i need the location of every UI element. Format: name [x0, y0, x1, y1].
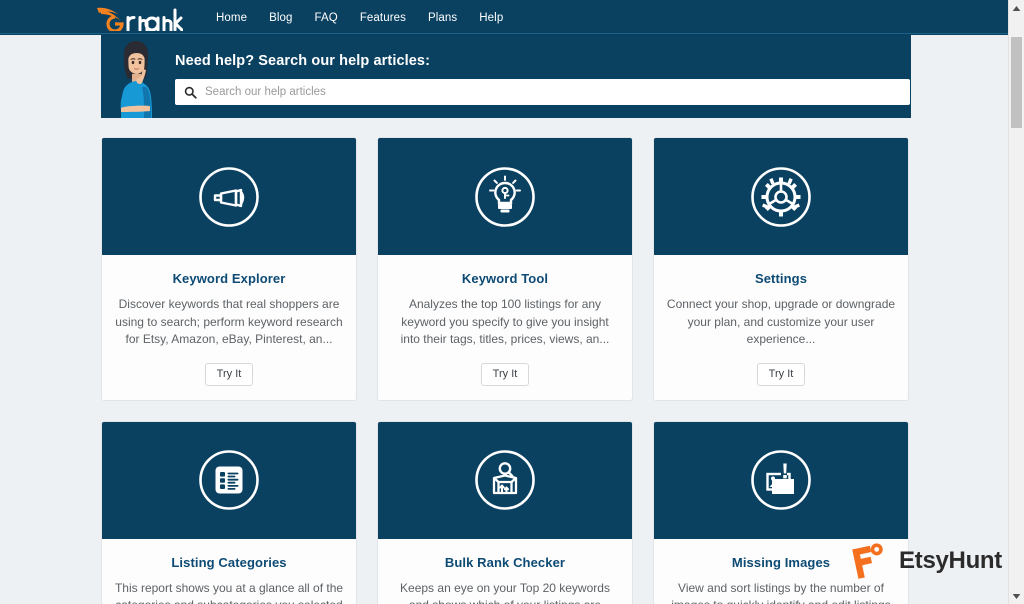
- card-description: View and sort listings by the number of …: [671, 580, 890, 604]
- card-icon-header: [102, 138, 356, 255]
- card-title: Keyword Tool: [461, 271, 549, 286]
- card-icon-header: [378, 138, 632, 255]
- feature-card-settings[interactable]: Settings Connect your shop, upgrade or d…: [653, 137, 909, 401]
- erank-logo[interactable]: [95, 0, 183, 35]
- help-banner-title: Need help? Search our help articles:: [175, 53, 431, 69]
- card-icon-header: [102, 421, 356, 539]
- nav-link-blog[interactable]: Blog: [258, 6, 303, 30]
- image-alert-icon: [751, 450, 811, 510]
- card-title: Listing Categories: [171, 554, 287, 570]
- gear-icon: [751, 166, 811, 227]
- nav-link-faq[interactable]: FAQ: [304, 6, 349, 30]
- scroll-up-arrow-icon[interactable]: [1009, 0, 1024, 16]
- card-icon-header: [378, 421, 632, 539]
- card-description: Discover keywords that real shoppers are…: [115, 297, 343, 346]
- card-icon-header: [654, 138, 908, 255]
- erank-bird-logo: [97, 7, 183, 31]
- list-document-icon: [199, 450, 259, 510]
- card-title: Keyword Explorer: [172, 271, 286, 286]
- page-scrollbar[interactable]: [1008, 0, 1024, 604]
- try-it-button[interactable]: Try It: [204, 362, 254, 386]
- search-input[interactable]: [201, 80, 910, 104]
- search-icon: [179, 86, 201, 99]
- feature-card-bulk-rank-checker[interactable]: Bulk Rank Checker Keeps an eye on your T…: [377, 420, 633, 604]
- card-title: Missing Images: [731, 554, 831, 570]
- lightbulb-key-icon: [475, 166, 535, 227]
- feature-card-keyword-explorer[interactable]: Keyword Explorer Discover keywords that …: [101, 137, 357, 401]
- help-search-banner: Need help? Search our help articles:: [101, 35, 911, 118]
- scrollbar-thumb[interactable]: [1011, 37, 1022, 128]
- nav-link-help[interactable]: Help: [468, 6, 514, 30]
- woman-thinking-illustration: [108, 35, 165, 118]
- navbar-divider: [0, 33, 1024, 34]
- nav-link-plans[interactable]: Plans: [417, 6, 468, 30]
- card-title: Bulk Rank Checker: [444, 554, 566, 570]
- nav-link-features[interactable]: Features: [349, 6, 417, 30]
- top-navbar: Home Blog FAQ Features Plans Help: [0, 0, 1024, 35]
- card-description: Analyzes the top 100 listings for any ke…: [400, 297, 610, 346]
- feature-card-keyword-tool[interactable]: Keyword Tool Analyzes the top 100 listin…: [377, 137, 633, 401]
- feature-card-missing-images[interactable]: Missing Images View and sort listings by…: [653, 420, 909, 604]
- scroll-down-arrow-icon[interactable]: [1009, 588, 1024, 604]
- card-description: Connect your shop, upgrade or downgrade …: [666, 297, 896, 346]
- feature-card-listing-categories[interactable]: Listing Categories This report shows you…: [101, 420, 357, 604]
- telescope-icon: [199, 166, 259, 227]
- nav-links: Home Blog FAQ Features Plans Help: [205, 6, 514, 30]
- box-search-icon: [475, 450, 535, 510]
- watermark-text: EtsyHunt: [899, 547, 1002, 574]
- feature-card-grid: Keyword Explorer Discover keywords that …: [101, 137, 911, 604]
- card-description: Keeps an eye on your Top 20 keywords and…: [400, 580, 610, 604]
- try-it-button[interactable]: Try It: [480, 362, 530, 386]
- card-description: This report shows you at a glance all of…: [114, 580, 344, 604]
- nav-link-home[interactable]: Home: [205, 6, 258, 30]
- card-icon-header: [654, 421, 908, 539]
- try-it-button[interactable]: Try It: [756, 362, 806, 386]
- help-search-box[interactable]: [175, 79, 910, 105]
- card-title: Settings: [754, 271, 808, 286]
- page-root: Home Blog FAQ Features Plans Help Need h…: [0, 0, 1024, 604]
